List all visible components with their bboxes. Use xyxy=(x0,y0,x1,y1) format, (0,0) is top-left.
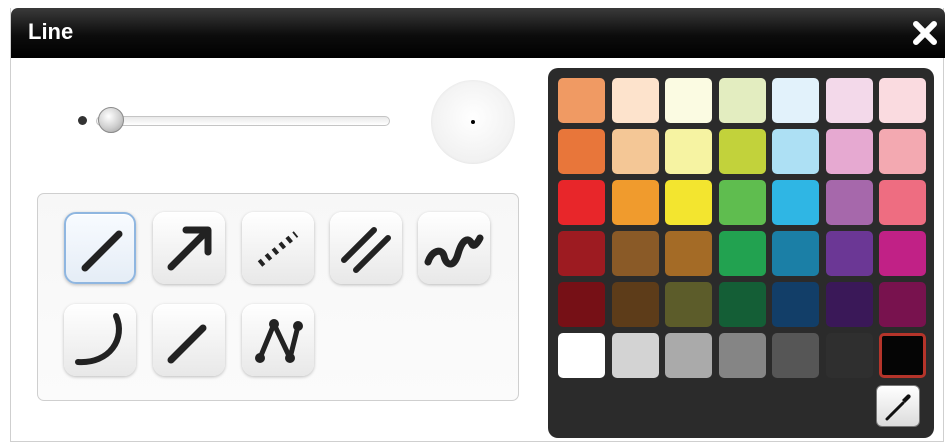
color-swatch[interactable] xyxy=(558,129,605,174)
polyline-tool[interactable] xyxy=(242,304,314,376)
dotted-line-icon xyxy=(257,231,299,267)
color-swatch[interactable] xyxy=(611,282,659,327)
title-bar: Line xyxy=(11,8,945,58)
line-dialog: Line xyxy=(10,8,945,442)
color-swatch[interactable] xyxy=(611,129,659,174)
straight-line-tool[interactable] xyxy=(64,212,136,284)
color-swatch[interactable] xyxy=(665,333,712,378)
double-line-icon xyxy=(341,227,391,273)
color-swatch[interactable] xyxy=(772,282,819,327)
freehand-line-icon xyxy=(424,234,484,268)
arc-line-icon xyxy=(75,313,122,366)
arrow-line-icon xyxy=(167,226,212,271)
color-swatch[interactable] xyxy=(825,231,873,276)
color-swatch[interactable] xyxy=(665,129,712,174)
color-swatch[interactable] xyxy=(825,282,873,327)
close-button[interactable] xyxy=(911,19,939,47)
color-swatch[interactable] xyxy=(879,231,926,276)
color-swatch[interactable] xyxy=(611,180,659,225)
color-palette xyxy=(548,68,934,438)
arrow-line-tool[interactable] xyxy=(153,212,225,284)
color-swatch[interactable] xyxy=(558,180,605,225)
color-swatch[interactable] xyxy=(879,333,926,378)
angle-line-tool[interactable] xyxy=(153,304,225,376)
color-swatch[interactable] xyxy=(558,78,605,123)
color-swatch[interactable] xyxy=(665,231,712,276)
line-tools-panel xyxy=(37,193,519,401)
eyedropper-button[interactable] xyxy=(876,385,920,427)
freehand-line-tool[interactable] xyxy=(418,212,490,284)
color-swatch[interactable] xyxy=(879,180,926,225)
color-swatch[interactable] xyxy=(665,282,712,327)
color-swatch[interactable] xyxy=(879,78,926,123)
color-swatch[interactable] xyxy=(558,282,605,327)
thickness-preview-dot xyxy=(471,120,475,124)
color-swatch[interactable] xyxy=(558,231,605,276)
dialog-title: Line xyxy=(28,19,74,44)
color-swatch[interactable] xyxy=(665,78,712,123)
color-swatch[interactable] xyxy=(718,180,766,225)
color-swatch[interactable] xyxy=(772,78,819,123)
color-swatch[interactable] xyxy=(718,231,766,276)
color-swatch[interactable] xyxy=(772,180,819,225)
color-swatch[interactable] xyxy=(611,231,659,276)
color-swatch[interactable] xyxy=(825,180,873,225)
color-swatch[interactable] xyxy=(772,129,819,174)
thickness-preview xyxy=(431,80,515,164)
color-swatch[interactable] xyxy=(718,282,766,327)
slider-min-dot xyxy=(78,116,87,125)
polyline-icon xyxy=(255,319,303,363)
thickness-slider-knob[interactable] xyxy=(97,107,124,133)
color-swatch[interactable] xyxy=(879,282,926,327)
straight-line-icon xyxy=(81,230,123,272)
thickness-slider-track[interactable] xyxy=(96,116,390,126)
color-swatch[interactable] xyxy=(558,333,605,378)
color-swatch[interactable] xyxy=(825,78,873,123)
color-swatch[interactable] xyxy=(825,333,873,378)
color-swatch[interactable] xyxy=(718,129,766,174)
color-swatch[interactable] xyxy=(718,333,766,378)
angle-line-icon xyxy=(167,324,207,364)
color-swatch[interactable] xyxy=(879,129,926,174)
color-swatch[interactable] xyxy=(611,333,659,378)
close-x-icon xyxy=(913,21,937,45)
color-swatch[interactable] xyxy=(825,129,873,174)
double-line-tool[interactable] xyxy=(330,212,402,284)
color-swatch[interactable] xyxy=(718,78,766,123)
color-swatch[interactable] xyxy=(772,333,819,378)
color-swatch[interactable] xyxy=(772,231,819,276)
dotted-line-tool[interactable] xyxy=(242,212,314,284)
eyedropper-icon xyxy=(885,394,911,421)
arc-line-tool[interactable] xyxy=(64,304,136,376)
color-swatch[interactable] xyxy=(611,78,659,123)
color-swatch[interactable] xyxy=(665,180,712,225)
